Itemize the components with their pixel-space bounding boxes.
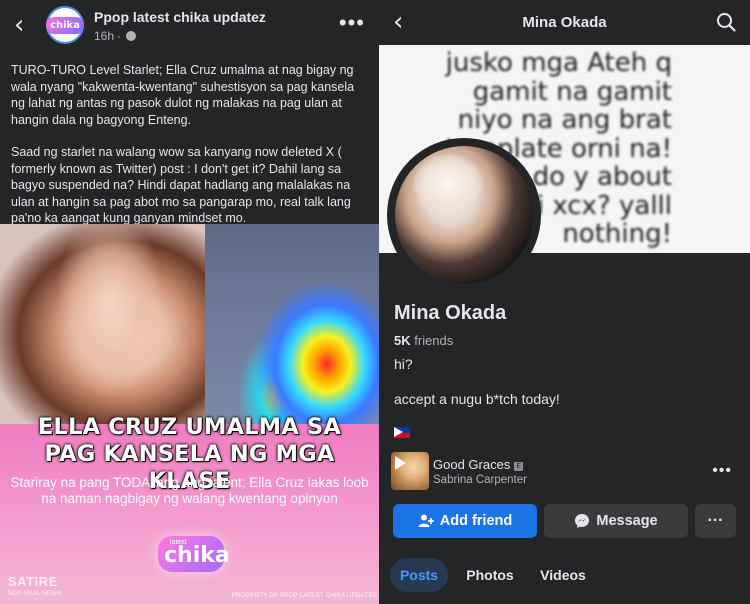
satire-sublabel: NOT REAL NEWS (8, 590, 62, 597)
back-arrow-icon[interactable]: ‹ (14, 12, 34, 38)
portrait-photo (0, 224, 205, 424)
chika-logo-word: chika (164, 543, 230, 568)
explicit-badge-icon: E (514, 462, 524, 471)
add-friend-label: Add friend (439, 513, 513, 529)
post-header: ‹ chika Ppop latest chika updatez 16h · … (0, 0, 379, 52)
friends-label: friends (414, 333, 454, 348)
play-icon[interactable] (395, 456, 406, 470)
song-more-options-icon[interactable]: ••• (712, 462, 732, 480)
friends-count[interactable]: 5K friends (394, 333, 453, 348)
philippines-flag-icon (394, 427, 410, 438)
post-text: TURO-TURO Level Starlet; Ella Cruz umalm… (11, 62, 369, 227)
add-friend-button[interactable]: Add friend (393, 504, 537, 538)
post-image[interactable]: ELLA CRUZ UMALMA SA PAG KANSELA NG MGA K… (0, 224, 379, 604)
headline-line-1: ELLA CRUZ UMALMA SA (37, 414, 341, 440)
message-button[interactable]: Message (544, 504, 688, 538)
post-paragraph-2: Saad ng starlet na walang wow sa kanyang… (11, 145, 351, 225)
page-avatar-label: chika (46, 16, 84, 34)
post-pane: ‹ chika Ppop latest chika updatez 16h · … (0, 0, 379, 604)
page-name[interactable]: Ppop latest chika updatez (94, 9, 266, 25)
page-avatar[interactable]: chika (46, 6, 84, 44)
more-actions-button[interactable]: ··· (695, 504, 736, 538)
profile-pane: jusko mga Ateh q gamit na gamit niyo na … (379, 0, 750, 604)
post-timestamp[interactable]: 16h (94, 29, 114, 43)
profile-header: ‹ Mina Okada (379, 0, 750, 45)
post-meta: 16h · (94, 29, 137, 43)
bio-line-2: accept a nugu b*tch today! (394, 391, 560, 407)
more-options-icon[interactable]: ••• (339, 12, 365, 34)
add-person-icon (418, 514, 434, 527)
song-title-text: Good Graces (433, 457, 511, 472)
tab-videos[interactable]: Videos (533, 558, 593, 592)
song-artist: Sabrina Carpenter (433, 474, 527, 486)
profile-name: Mina Okada (394, 302, 507, 324)
message-label: Message (596, 513, 658, 529)
tab-posts[interactable]: Posts (390, 558, 448, 592)
messenger-icon (575, 514, 590, 528)
header-title: Mina Okada (522, 14, 607, 31)
bio-line-1: hi? (394, 356, 413, 372)
satire-label: SATIRE (8, 574, 58, 589)
property-watermark: PROPERTY OF PPOP LATEST CHIKA UPDATES (231, 592, 377, 599)
weather-radar-image (205, 224, 379, 424)
search-icon[interactable] (716, 12, 736, 32)
tab-photos[interactable]: Photos (459, 558, 521, 592)
profile-picture-image (395, 146, 533, 284)
image-subhead: Stariray na pang TODA lang ang talent; E… (10, 475, 369, 506)
profile-picture[interactable] (387, 138, 541, 292)
meta-separator: · (117, 29, 122, 43)
globe-icon (126, 31, 137, 41)
post-paragraph-1: TURO-TURO Level Starlet; Ella Cruz umalm… (11, 63, 355, 127)
song-title[interactable]: Good Graces E (433, 457, 524, 472)
friends-number: 5K (394, 333, 411, 348)
